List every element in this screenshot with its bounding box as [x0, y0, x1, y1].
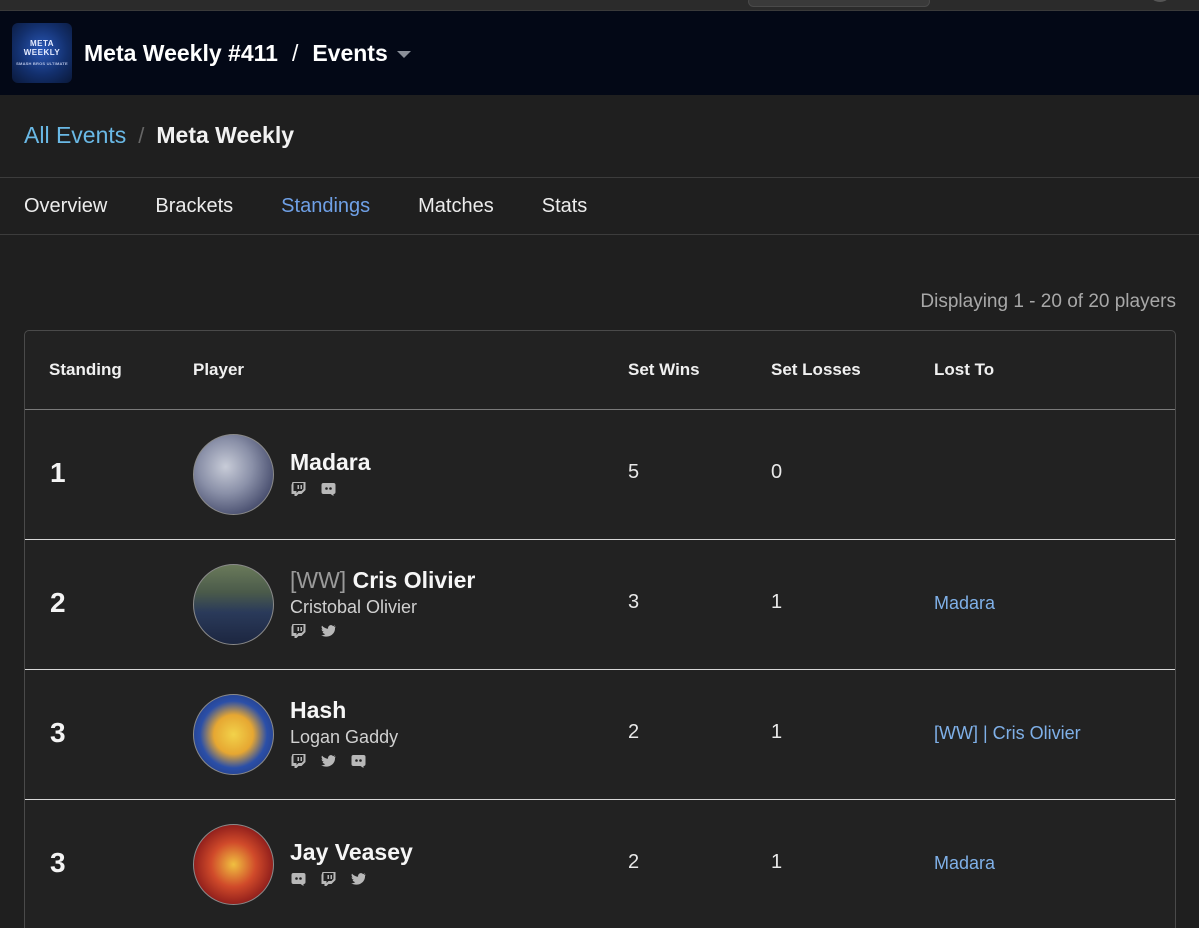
avatar[interactable]: [193, 434, 274, 515]
header-title: Meta Weekly #411 / Events: [84, 40, 411, 67]
set-losses-value: 1: [771, 851, 783, 873]
twitter-icon[interactable]: [320, 623, 337, 639]
twitter-icon[interactable]: [350, 871, 367, 887]
event-logo[interactable]: META WEEKLY SMASH BROS ULTIMATE: [12, 23, 72, 83]
lost-to-link[interactable]: [WW] | Cris Olivier: [934, 723, 1081, 744]
twitch-icon[interactable]: [290, 481, 307, 497]
player-name[interactable]: [WW] Cris Olivier: [290, 567, 475, 594]
social-links: [290, 481, 371, 497]
set-losses-value: 0: [771, 461, 783, 483]
player-tag[interactable]: Hash: [290, 697, 398, 724]
social-links: [290, 871, 413, 887]
player-prefix: [WW]: [290, 567, 347, 593]
twitch-icon[interactable]: [290, 753, 307, 769]
results-count: Displaying 1 - 20 of 20 players: [920, 291, 1176, 312]
set-losses-value: 1: [771, 591, 783, 613]
player-real-name: Logan Gaddy: [290, 727, 399, 747]
player-cell: [WW] Cris Olivier Cristobal Olivier: [290, 567, 475, 639]
top-header: META WEEKLY SMASH BROS ULTIMATE Meta Wee…: [0, 11, 1199, 95]
discord-icon[interactable]: [350, 753, 367, 769]
column-header-set-wins[interactable]: Set Wins: [628, 360, 700, 380]
discord-icon[interactable]: [320, 481, 337, 497]
social-links: [290, 753, 398, 769]
table-row: 3 Jay Veasey 2 1 Madara: [25, 800, 1175, 928]
player-cell: Hash Logan Gaddy: [290, 697, 398, 769]
table-row: 2 [WW] Cris Olivier Cristobal Olivier 3 …: [25, 540, 1175, 670]
column-header-set-losses[interactable]: Set Losses: [771, 360, 861, 380]
player-cell: Madara: [290, 449, 371, 497]
set-wins-value: 2: [628, 851, 640, 873]
table-header: Standing Player Set Wins Set Losses Lost…: [25, 331, 1175, 410]
table-row: 3 Hash Logan Gaddy 2 1 [WW] | Cris Olivi…: [25, 670, 1175, 800]
tab-brackets[interactable]: Brackets: [155, 195, 233, 218]
player-tag: Cris Olivier: [352, 567, 476, 593]
section-dropdown-label[interactable]: Events: [312, 40, 387, 67]
standing-value: 3: [50, 847, 66, 878]
tab-bar: Overview Brackets Standings Matches Stat…: [0, 177, 1199, 235]
player-tag[interactable]: Jay Veasey: [290, 839, 413, 866]
set-losses-value: 1: [771, 721, 783, 743]
tab-overview[interactable]: Overview: [24, 195, 107, 218]
lost-to-link[interactable]: Madara: [934, 593, 995, 614]
lost-to-link[interactable]: Madara: [934, 853, 995, 874]
standing-value: 3: [50, 717, 66, 748]
table-row: 1 Madara 5 0: [25, 410, 1175, 540]
set-wins-value: 5: [628, 461, 640, 483]
avatar[interactable]: [193, 694, 274, 775]
standing-value: 2: [50, 587, 66, 618]
avatar[interactable]: [193, 564, 274, 645]
standings-table: Standing Player Set Wins Set Losses Lost…: [24, 330, 1176, 928]
browser-tab-pill[interactable]: [748, 0, 930, 7]
twitch-icon[interactable]: [290, 623, 307, 639]
twitter-icon[interactable]: [320, 753, 337, 769]
column-header-player[interactable]: Player: [193, 360, 244, 380]
player-tag[interactable]: Madara: [290, 449, 371, 476]
column-header-standing[interactable]: Standing: [49, 360, 122, 380]
browser-profile-icon[interactable]: [1148, 0, 1172, 2]
social-links: [290, 623, 475, 639]
breadcrumb-separator: /: [138, 122, 145, 148]
tab-stats[interactable]: Stats: [542, 195, 588, 218]
breadcrumb: All Events / Meta Weekly: [24, 122, 294, 149]
set-wins-value: 3: [628, 591, 640, 613]
avatar[interactable]: [193, 824, 274, 905]
logo-text-2: WEEKLY: [23, 47, 61, 57]
set-wins-value: 2: [628, 721, 640, 743]
player-cell: Jay Veasey: [290, 839, 413, 887]
logo-text-3: SMASH BROS ULTIMATE: [16, 60, 68, 66]
breadcrumb-current: Meta Weekly: [156, 122, 295, 148]
logo-text-1: META: [29, 38, 55, 48]
breadcrumb-all-events-link[interactable]: All Events: [24, 122, 126, 149]
discord-icon[interactable]: [290, 871, 307, 887]
tab-standings[interactable]: Standings: [281, 195, 370, 218]
player-real-name: Cristobal Olivier: [290, 597, 418, 617]
standing-value: 1: [50, 457, 66, 488]
column-header-lost-to[interactable]: Lost To: [934, 360, 994, 380]
header-separator: /: [291, 39, 299, 66]
event-title[interactable]: Meta Weekly #411: [84, 40, 278, 67]
browser-top-strip: [0, 0, 1199, 11]
twitch-icon[interactable]: [320, 871, 337, 887]
chevron-down-icon[interactable]: [396, 51, 411, 58]
tab-matches[interactable]: Matches: [418, 195, 494, 218]
